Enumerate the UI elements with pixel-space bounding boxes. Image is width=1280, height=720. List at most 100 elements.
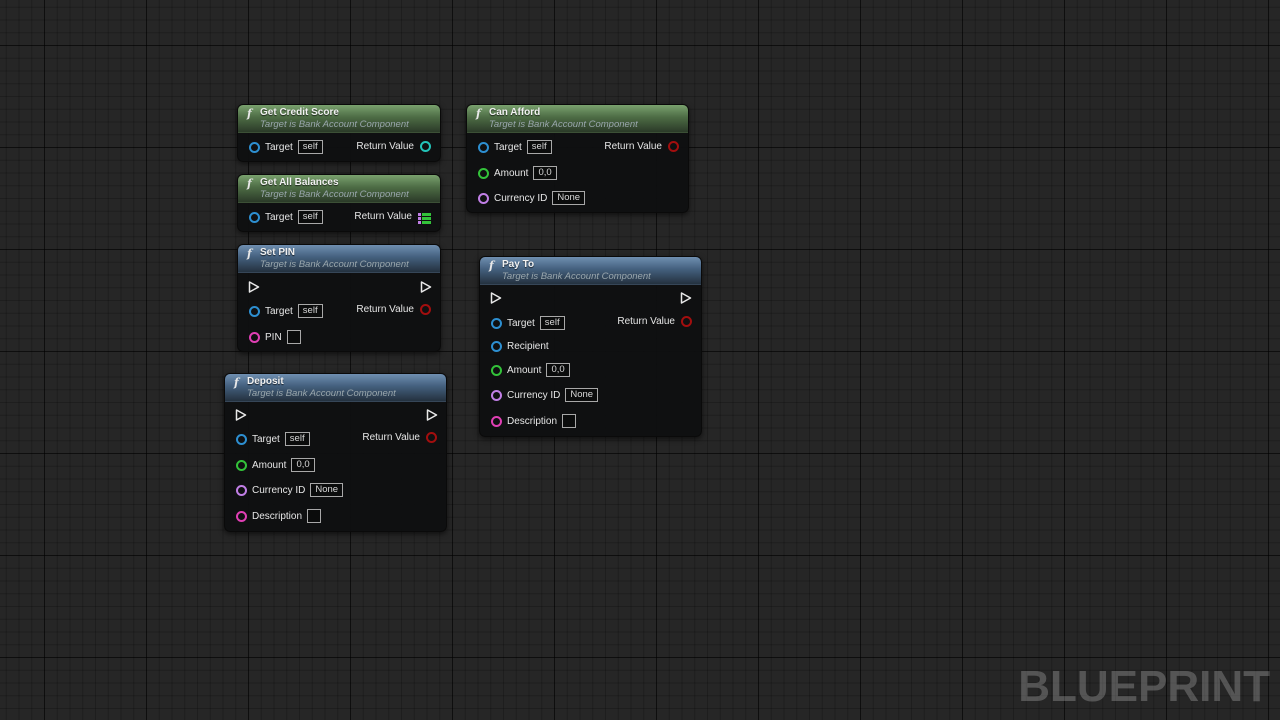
object-pin-icon[interactable] [478,141,489,153]
function-icon: f [247,107,252,120]
return-value-pin-icon[interactable] [420,140,431,152]
return-pin-row: Return Value [354,208,431,224]
pin-label: Amount [507,364,542,376]
function-icon: f [476,107,481,120]
exec-out-pin-icon[interactable] [420,281,432,293]
node-title: Get All Balances [260,177,339,188]
pin-label: Return Value [362,431,420,443]
pin-pin-row: PIN [249,329,301,345]
blueprint-graph-canvas[interactable]: f Get Credit Score Target is Bank Accoun… [0,0,1280,720]
node-deposit[interactable]: f Deposit Target is Bank Account Compone… [224,373,447,532]
object-pin-icon[interactable] [249,305,260,317]
bool-pin-icon[interactable] [681,315,692,327]
object-pin-icon[interactable] [236,433,247,445]
bool-pin-icon[interactable] [426,431,437,443]
bool-pin-icon[interactable] [420,303,431,315]
node-get-all-balances[interactable]: f Get All Balances Target is Bank Accoun… [237,174,441,232]
amount-field[interactable]: 0,0 [546,363,570,377]
node-header[interactable]: f Set PIN Target is Bank Account Compone… [238,245,440,273]
amount-pin-row: Amount 0,0 [491,362,570,378]
amount-field[interactable]: 0,0 [291,458,315,472]
currency-id-field[interactable]: None [310,483,344,497]
target-pin-row: Target self [491,315,565,331]
function-icon: f [489,259,494,272]
pin-label: Amount [494,167,529,179]
pin-label: PIN [265,331,282,343]
target-field[interactable]: self [297,140,323,154]
exec-out-pin-icon[interactable] [680,292,692,304]
function-icon: f [247,177,252,190]
return-pin-row: Return Value [604,138,679,154]
exec-out-pin-icon[interactable] [426,409,438,421]
float-pin-icon[interactable] [491,364,502,376]
function-icon: f [234,376,239,389]
amount-pin-row: Amount 0,0 [478,165,557,181]
function-icon: f [247,247,252,260]
node-title: Get Credit Score [260,107,339,118]
node-set-pin[interactable]: f Set PIN Target is Bank Account Compone… [237,244,441,352]
exec-in-pin-icon[interactable] [235,409,247,421]
exec-in-pin-icon[interactable] [248,281,260,293]
target-field[interactable]: self [284,432,310,446]
node-subtitle: Target is Bank Account Component [502,271,651,282]
description-pin-row: Description [236,508,322,524]
currency-id-field[interactable]: None [565,388,599,402]
float-pin-icon[interactable] [478,167,489,179]
name-pin-icon[interactable] [491,389,502,401]
target-field[interactable]: self [297,304,323,318]
node-subtitle: Target is Bank Account Component [247,388,396,399]
description-field[interactable] [307,509,322,523]
object-pin-icon[interactable] [491,340,502,352]
pin-label: Target [265,211,293,223]
pin-field[interactable] [286,330,301,344]
target-field[interactable]: self [539,316,565,330]
float-pin-icon[interactable] [236,459,247,471]
string-pin-icon[interactable] [249,331,260,343]
currency-id-field[interactable]: None [552,191,586,205]
node-header[interactable]: f Deposit Target is Bank Account Compone… [225,374,446,402]
currency-id-pin-row: Currency ID None [236,482,344,498]
node-title: Can Afford [489,107,541,118]
node-get-credit-score[interactable]: f Get Credit Score Target is Bank Accoun… [237,104,441,162]
name-pin-icon[interactable] [478,192,489,204]
description-pin-row: Description [491,413,577,429]
return-pin-row: Return Value [356,138,431,154]
pin-label: Target [265,305,293,317]
amount-pin-row: Amount 0,0 [236,457,315,473]
description-field[interactable] [562,414,577,428]
object-pin-icon[interactable] [491,317,502,329]
string-pin-icon[interactable] [236,510,247,522]
object-pin-icon[interactable] [249,141,260,153]
pin-label: Amount [252,459,287,471]
amount-field[interactable]: 0,0 [533,166,557,180]
node-header[interactable]: f Can Afford Target is Bank Account Comp… [467,105,688,133]
return-pin-row: Return Value [356,301,431,317]
name-pin-icon[interactable] [236,484,247,496]
target-pin-row: Target self [236,431,310,447]
blueprint-watermark: BLUEPRINT [1018,662,1270,711]
pin-label: Description [507,415,558,427]
bool-pin-icon[interactable] [668,140,679,152]
pin-label: Return Value [356,303,414,315]
string-pin-icon[interactable] [491,415,502,427]
object-pin-icon[interactable] [249,211,260,223]
pin-label: Target [507,317,535,329]
node-subtitle: Target is Bank Account Component [260,259,409,270]
pin-label: Target [252,433,280,445]
pin-label: Recipient [507,340,549,352]
target-field[interactable]: self [526,140,552,154]
node-header[interactable]: f Pay To Target is Bank Account Componen… [480,257,701,285]
exec-in-pin-icon[interactable] [490,292,502,304]
node-title: Set PIN [260,247,296,258]
map-array-pin-icon[interactable] [418,211,431,224]
node-subtitle: Target is Bank Account Component [260,119,409,130]
target-pin-row: Target self [249,209,323,225]
node-header[interactable]: f Get All Balances Target is Bank Accoun… [238,175,440,203]
node-can-afford[interactable]: f Can Afford Target is Bank Account Comp… [466,104,689,213]
pin-label: Currency ID [494,192,548,204]
target-field[interactable]: self [297,210,323,224]
node-pay-to[interactable]: f Pay To Target is Bank Account Componen… [479,256,702,437]
pin-label: Return Value [354,210,412,222]
node-header[interactable]: f Get Credit Score Target is Bank Accoun… [238,105,440,133]
node-title: Pay To [502,259,535,270]
